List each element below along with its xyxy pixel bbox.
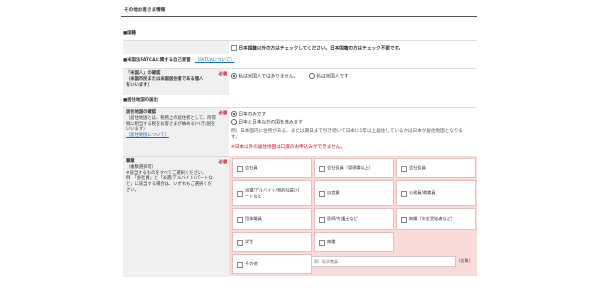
fatca-info-link[interactable]: （FATCAについて） [195,58,235,63]
occupation-checkbox-10[interactable] [319,239,325,246]
residence-label-title: 居住地国の確認 [126,110,157,115]
occupation-other-input[interactable] [312,257,455,266]
occupation-checkbox-9[interactable] [237,239,243,246]
residence-warning: ※日本以外の居住地国は口座のお申込みができません。 [231,145,345,150]
occupation-option-9[interactable]: 学生 [232,232,312,252]
occupation-label-cell: 職業 （複数選択可） ※該当するものをすべてご選択ください。 例 「会社員」と「… [123,156,229,277]
occupation-label-example: 例 「会社員」と「派遣/アルバイト/パートなど」に該当する場合は、いずれもご選択… [126,176,213,193]
fatca-label-sub: （米国市民または米国居住者である個人をいいます） [126,76,204,88]
occupation-other-field[interactable] [311,256,456,267]
occupation-checkbox-3[interactable] [237,190,243,197]
fatca-options: 私は米国人ではありません。 私は米国人です [229,68,477,95]
occupation-option-3[interactable]: 派遣/アルバイト/契約社員/パートなど [232,180,312,206]
occupation-option-8[interactable]: 無職（年金受給者など） [396,208,476,230]
nationality-checkbox[interactable] [231,45,237,51]
occupation-label-multi: （複数選択可） [126,164,157,170]
occupation-option-11[interactable]: その他 [232,254,312,274]
occupation-label-title: 職業 [126,159,135,164]
fatca-label-cell: 「米国人」の確認 （米国市民または米国居住者である個人をいいます） 必須 [123,68,229,95]
residence-radio-other[interactable] [231,119,237,125]
occupation-checkbox-8[interactable] [401,216,407,223]
occupation-checkbox-2[interactable] [401,165,407,172]
fatca-radio-yes[interactable] [309,73,315,79]
residence-example-note: 例）日本国内に住所がある、または期日まで引き続いて日本に1年以上居住しているかは… [231,129,464,141]
fatca-section-title: ■米国法FATCAに関する自己宣誓 [123,58,191,63]
nationality-row: 日本国籍以外の方はチェックしてください。日本国籍の方はチェック不要です。 [229,40,477,54]
residence-option-other[interactable]: 日本と日本以外の国を含みます [231,119,303,127]
page-title: その他お客さま情報 [124,8,166,13]
fatca-option-no-label: 私は米国人ではありません。 [238,74,299,80]
occupation-label-note: ※該当するものをすべてご選択ください。 [126,170,207,176]
occupation-checkbox-7[interactable] [319,216,325,223]
occupation-option-0[interactable]: 会社員 [232,158,312,178]
occupation-checkbox-1[interactable] [319,165,325,172]
page: その他お客さま情報 ■国籍 日本国籍以外の方はチェックしてください。日本国籍の方… [0,0,600,290]
occupation-option-5[interactable]: 公務員/教職員 [396,180,476,206]
residence-info-link[interactable]: （居住地国について） [126,133,169,138]
occupation-option-1[interactable]: 会社役員（管理職以上） [314,158,394,178]
residence-option-japan[interactable]: 日本のみです [231,111,266,119]
nationality-label-cell [123,40,229,54]
section-title-bar: その他お客さま情報 [121,6,477,17]
occupation-checkbox-0[interactable] [237,165,243,172]
nationality-section-heading: ■国籍 [123,31,136,36]
fatca-option-yes[interactable]: 私は米国人です [309,73,349,81]
occupation-option-7[interactable]: 医師/弁護士など [314,208,394,230]
fatca-option-yes-label: 私は米国人です [316,74,349,80]
occupation-required-badge: 必須 [218,159,227,164]
fatca-option-no[interactable]: 私は米国人ではありません。 [231,73,298,81]
residence-label-cell: 居住地国の確認 （居住地国とは、税務上の居住者として、所得税に相当する税をお客さ… [123,107,229,156]
residence-label-sub: （居住地国とは、税務上の居住者として、所得税に相当する税をお客さまが納める(べき… [126,115,216,133]
residence-options: 日本のみです 日本と日本以外の国を含みます 例）日本国内に住所がある、または期日… [229,107,477,156]
occupation-option-4[interactable]: 自営業 [314,180,394,206]
occupation-option-10[interactable]: 無職 [314,232,394,252]
residence-option-other-label: 日本と日本以外の国を含みます [238,120,303,126]
nationality-checkbox-wrap[interactable]: 日本国籍以外の方はチェックしてください。日本国籍の方はチェック不要です。 [231,45,403,53]
residence-section-heading: ■居住地国の届出 [123,98,158,103]
fatca-radio-no[interactable] [231,73,237,79]
occupation-checkbox-4[interactable] [319,190,325,197]
nationality-checkbox-label: 日本国籍以外の方はチェックしてください。日本国籍の方はチェック不要です。 [238,46,404,52]
residence-radio-japan[interactable] [231,111,237,117]
residence-option-japan-label: 日本のみです [238,112,267,118]
fatca-required-badge: 必須 [218,71,227,76]
occupation-checkbox-11[interactable] [237,261,243,268]
occupation-other-unit: （全角） [456,258,473,263]
occupation-checkbox-5[interactable] [401,190,407,197]
occupation-checkbox-6[interactable] [237,216,243,223]
fatca-section-heading: ■米国法FATCAに関する自己宣誓 （FATCAについて） [123,58,235,64]
residence-required-badge: 必須 [218,110,227,115]
occupation-option-2[interactable]: 会社役員 [396,158,476,178]
occupation-option-6[interactable]: 団体職員 [232,208,312,230]
fatca-label-title: 「米国人」の確認 [126,71,161,76]
